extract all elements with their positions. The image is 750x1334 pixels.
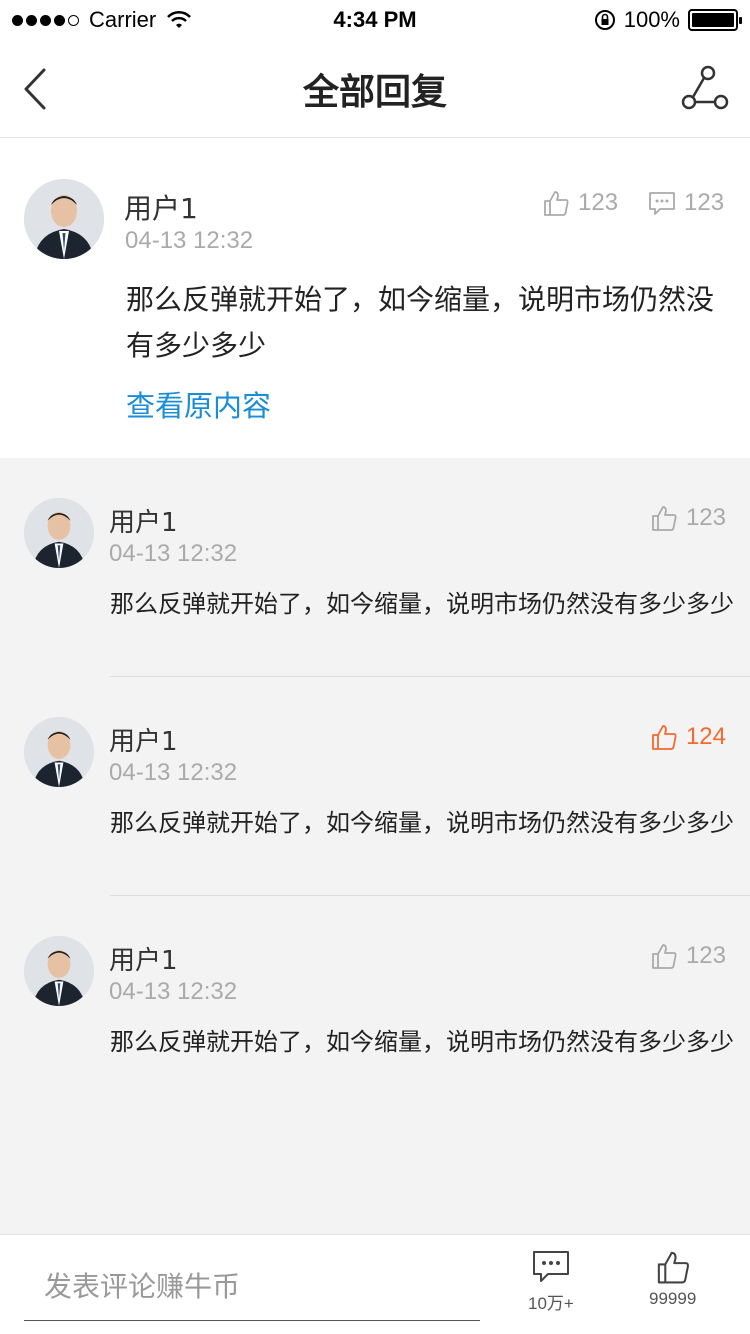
username[interactable]: 用户1: [109, 940, 178, 977]
list-item: 用户1 04-13 12:32 123 那么反弹就开始了，如今缩量，说明市场仍然…: [0, 458, 750, 677]
lock-rotation-icon: [594, 10, 615, 30]
list-item: 用户1 04-13 12:32 123 那么反弹就开始了，如今缩量，说明市场仍然…: [0, 896, 750, 1115]
nav-bar: 全部回复: [0, 40, 750, 138]
thumbs-up-icon: [652, 506, 677, 531]
like-button[interactable]: 124: [650, 723, 726, 751]
avatar[interactable]: [24, 717, 94, 787]
like-stat[interactable]: 123: [542, 189, 618, 217]
timestamp: 04-13 12:32: [125, 227, 254, 254]
comment-bubble-icon: [649, 192, 675, 215]
timestamp: 04-13 12:32: [109, 978, 238, 1005]
username[interactable]: 用户1: [124, 187, 198, 227]
comment-input[interactable]: 发表评论赚牛币: [24, 1255, 480, 1321]
comment-total: 10万+: [528, 1294, 574, 1313]
thumbs-up-icon: [657, 1251, 689, 1284]
like-total: 99999: [649, 1289, 697, 1308]
avatar[interactable]: [24, 179, 104, 259]
reply-text: 那么反弹就开始了，如今缩量，说明市场仍然没有多少多少: [110, 590, 734, 618]
view-original-link[interactable]: 查看原内容: [126, 383, 271, 425]
main-comment: 用户1 04-13 12:32 123 123 那么反弹就开始了，如今缩量，说明…: [0, 139, 750, 458]
thumbs-up-icon: [652, 944, 677, 969]
replies-list: 用户1 04-13 12:32 123 那么反弹就开始了，如今缩量，说明市场仍然…: [0, 458, 750, 1234]
comment-count: 123: [684, 189, 725, 216]
like-count: 123: [578, 189, 619, 216]
like-button[interactable]: 123: [650, 942, 726, 970]
bottom-bar: 发表评论赚牛币 10万+ 99999: [0, 1234, 750, 1334]
list-item: 用户1 04-13 12:32 124 那么反弹就开始了，如今缩量，说明市场仍然…: [0, 677, 750, 896]
carrier-label: Carrier: [89, 7, 157, 32]
comment-bubble-icon: [532, 1251, 569, 1282]
thumbs-up-icon: [652, 725, 677, 750]
like-count: 123: [685, 942, 726, 969]
timestamp: 04-13 12:32: [109, 540, 238, 567]
back-arrow-icon[interactable]: [18, 64, 58, 114]
battery-percent: 100%: [623, 7, 680, 32]
like-button[interactable]: 123: [650, 504, 726, 532]
like-count: 124: [685, 723, 726, 750]
like-count: 123: [685, 504, 726, 531]
status-right: 100%: [594, 7, 742, 33]
avatar[interactable]: [24, 498, 94, 568]
comment-text: 那么反弹就开始了，如今缩量，说明市场仍然没有多少多少: [126, 283, 715, 362]
username[interactable]: 用户1: [109, 502, 178, 539]
status-left: Carrier: [12, 7, 192, 33]
battery-icon: [688, 9, 742, 31]
status-bar: Carrier 4:34 PM 100%: [0, 0, 750, 40]
comments-button[interactable]: 10万+: [528, 1249, 574, 1314]
signal-icon: [12, 14, 79, 26]
thumbs-up-icon: [544, 191, 569, 216]
reply-text: 那么反弹就开始了，如今缩量，说明市场仍然没有多少多少: [110, 1028, 734, 1056]
like-button[interactable]: 99999: [649, 1249, 696, 1309]
wifi-icon: [167, 10, 192, 28]
username[interactable]: 用户1: [109, 721, 178, 758]
share-icon[interactable]: [680, 64, 730, 114]
reply-text: 那么反弹就开始了，如今缩量，说明市场仍然没有多少多少: [110, 809, 734, 837]
page-title: 全部回复: [302, 71, 447, 113]
timestamp: 04-13 12:32: [109, 759, 238, 786]
avatar[interactable]: [24, 936, 94, 1006]
comment-stat[interactable]: 123: [648, 189, 724, 217]
